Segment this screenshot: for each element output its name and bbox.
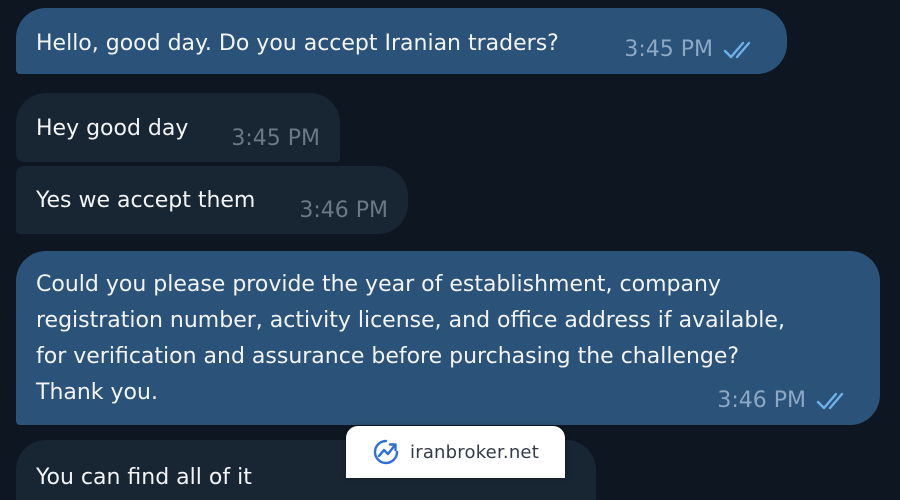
message-meta: 3:46 PM xyxy=(299,197,388,225)
message-meta: 3:45 PM xyxy=(624,36,759,64)
message-time: 3:46 PM xyxy=(717,388,806,413)
message-meta: 3:46 PM xyxy=(717,387,852,415)
message-bubble-outgoing[interactable]: Could you please provide the year of est… xyxy=(16,251,880,425)
chart-trend-icon xyxy=(373,439,399,465)
double-check-icon xyxy=(723,41,751,59)
watermark: iranbroker.net xyxy=(346,426,565,478)
message-bubble-outgoing[interactable]: Hello, good day. Do you accept Iranian t… xyxy=(16,8,787,74)
message-time: 3:45 PM xyxy=(231,126,320,151)
double-check-icon xyxy=(816,392,844,410)
message-time: 3:45 PM xyxy=(624,37,713,62)
watermark-text: iranbroker.net xyxy=(410,441,539,463)
message-time: 3:46 PM xyxy=(299,198,388,223)
message-meta: 3:45 PM xyxy=(231,125,320,153)
message-bubble-incoming[interactable]: Yes we accept them 3:46 PM xyxy=(16,166,408,234)
message-bubble-incoming[interactable]: Hey good day 3:45 PM xyxy=(16,93,340,162)
